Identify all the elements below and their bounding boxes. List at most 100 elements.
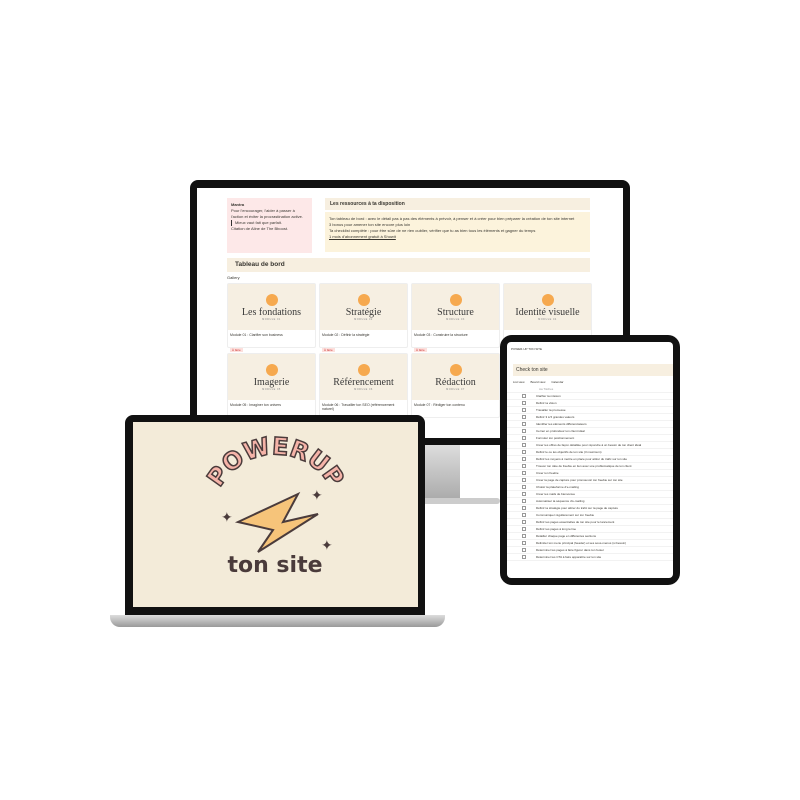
card-cover: Référencement MODULE 06 — [320, 354, 407, 400]
resources-callout: Ton tableau de bord : avec le détail pas… — [325, 212, 590, 252]
task-checkbox[interactable] — [522, 478, 526, 482]
tab-board-view[interactable]: Board view — [531, 380, 546, 384]
task-row: Créer ta page de capture pour promouvoir… — [507, 477, 673, 484]
tab-list-view[interactable]: List view — [513, 380, 525, 384]
task-row: Identifier tes éléments différenciateurs — [507, 421, 673, 428]
laptop-base — [110, 615, 445, 627]
laptop-screen: POWERUP ton site ✦ ✦ ✦ — [133, 422, 418, 607]
task-checkbox[interactable] — [522, 401, 526, 405]
module-icon — [449, 363, 462, 376]
module-card[interactable]: Rédaction MODULE 07 Module 07 : Rédiger to… — [411, 353, 500, 418]
card-title: Les fondations — [241, 306, 302, 318]
dashboard-heading: Tableau de bord — [227, 258, 590, 272]
task-label: Créer ton freebie — [536, 471, 559, 475]
task-label: Définir tes pages essentielles de ton si… — [536, 520, 615, 524]
svg-text:POWERUP: POWERUP — [202, 432, 350, 491]
breadcrumb[interactable]: POWER-UP TON SITE — [507, 342, 673, 356]
task-label: Détailler chaque page en différentes sec… — [536, 534, 596, 538]
task-label: Définir les moyens à mettre en place pou… — [536, 457, 628, 461]
task-checkbox[interactable] — [522, 450, 526, 454]
task-checkbox[interactable] — [522, 415, 526, 419]
module-card[interactable]: Référencement MODULE 06 Module 06 : Travai… — [319, 353, 408, 418]
task-label: Définir ta vision — [536, 401, 557, 405]
task-checkbox[interactable] — [522, 485, 526, 489]
task-checkbox[interactable] — [522, 506, 526, 510]
task-checkbox[interactable] — [522, 408, 526, 412]
task-label: Définir tes pages à long terme — [536, 527, 577, 531]
card-module: MODULE 04 — [538, 317, 557, 321]
resource-link[interactable]: 1 mois d'abonnement gratuit à Showit — [329, 234, 586, 240]
task-row: Définir le ou les objectifs de ton site … — [507, 449, 673, 456]
module-icon — [357, 293, 370, 306]
card-module: MODULE 03 — [446, 317, 465, 321]
task-label: Cerner en profondeur ton client idéal — [536, 429, 585, 433]
module-icon — [541, 293, 554, 306]
card-caption: Module 01 : Clarifier son business — [230, 333, 283, 337]
task-checkbox[interactable] — [522, 471, 526, 475]
tablet-screen: POWER-UP TON SITE Check ton site List vi… — [507, 342, 673, 578]
task-checkbox[interactable] — [522, 555, 526, 559]
task-checkbox[interactable] — [522, 513, 526, 517]
card-cover: Les fondations MODULE 01 — [228, 284, 315, 330]
task-row: Définir les moyens à mettre en place pou… — [507, 456, 673, 463]
module-card[interactable]: Imagerie MODULE 05 Module 05 : Imaginer to… — [227, 353, 316, 418]
card-module: MODULE 05 — [262, 387, 281, 391]
task-checkbox[interactable] — [522, 492, 526, 496]
task-row: Communiquer régulièrement sur ton freebi… — [507, 512, 673, 519]
task-checkbox[interactable] — [522, 422, 526, 426]
status-badge: À faire — [414, 348, 427, 352]
mantra-text: Pour l'encourager, l'aider à passer à l'… — [231, 208, 303, 219]
card-title: Structure — [437, 306, 474, 318]
svg-text:✦: ✦ — [221, 509, 233, 525]
task-checkbox[interactable] — [522, 429, 526, 433]
task-row: Déterminer les pages à faire figurer dan… — [507, 547, 673, 554]
task-row: Créer tes offres de façon détaillée pour… — [507, 442, 673, 449]
task-checkbox[interactable] — [522, 534, 526, 538]
task-label: Identifier tes éléments différenciateurs — [536, 422, 587, 426]
task-row: Formuler ton positionnement — [507, 435, 673, 442]
card-module: MODULE 01 — [262, 317, 281, 321]
task-label: Définir ta stratégie pour attirer du tra… — [536, 506, 619, 510]
module-card[interactable]: Structure MODULE 03 Module 03 : Construire… — [411, 283, 500, 352]
card-cover: Imagerie MODULE 05 — [228, 354, 315, 400]
status-badge: À faire — [322, 348, 335, 352]
module-icon — [357, 363, 370, 376]
task-row: Cerner en profondeur ton client idéal — [507, 428, 673, 435]
task-row: Définir ta stratégie pour attirer du tra… — [507, 505, 673, 512]
task-row: Travailler ta promesse — [507, 407, 673, 414]
task-checkbox[interactable] — [522, 457, 526, 461]
tab-calendar[interactable]: Calendar — [551, 380, 563, 384]
task-label: Choisir ta plateforme d'e-mailing — [536, 485, 579, 489]
task-checkbox[interactable] — [522, 443, 526, 447]
task-checkbox[interactable] — [522, 464, 526, 468]
task-checkbox[interactable] — [522, 541, 526, 545]
card-module: MODULE 02 — [354, 317, 373, 321]
card-cover: Structure MODULE 03 — [412, 284, 499, 330]
resources-heading: Les ressources à ta disposition — [325, 198, 590, 210]
task-checkbox[interactable] — [522, 499, 526, 503]
column-header: Aa Tâches — [507, 386, 673, 393]
task-row: Créer tes mails de bienvenue — [507, 491, 673, 498]
gallery-view-tab[interactable]: Gallery — [227, 275, 240, 280]
task-label: Travailler ta promesse — [536, 408, 566, 412]
module-card[interactable]: Les fondations MODULE 01 Module 01 : Clari… — [227, 283, 316, 352]
card-module: MODULE 07 — [446, 387, 465, 391]
card-caption: Module 05 : Imaginer ton univers — [230, 403, 281, 407]
task-checkbox[interactable] — [522, 548, 526, 552]
task-label: Définir le ou les objectifs de ton site … — [536, 450, 602, 454]
svg-text:✦: ✦ — [321, 537, 333, 553]
svg-text:✦: ✦ — [311, 487, 323, 503]
task-checkbox[interactable] — [522, 527, 526, 531]
task-checkbox[interactable] — [522, 436, 526, 440]
task-row: Définir tes pages à long terme — [507, 526, 673, 533]
card-caption: Module 07 : Rédiger ton contenu — [414, 403, 465, 407]
task-label: Créer ta page de capture pour promouvoir… — [536, 478, 623, 482]
task-checkbox[interactable] — [522, 520, 526, 524]
module-card[interactable]: Stratégie MODULE 02 Module 02 : Définir la… — [319, 283, 408, 352]
task-checkbox[interactable] — [522, 394, 526, 398]
card-caption: Module 06 : Travailler ton SEO (référenc… — [322, 403, 395, 411]
card-title: Imagerie — [253, 376, 290, 388]
task-row: Clarifier ta mission — [507, 393, 673, 400]
task-row: Définir ta vision — [507, 400, 673, 407]
card-title: Stratégie — [345, 306, 382, 318]
